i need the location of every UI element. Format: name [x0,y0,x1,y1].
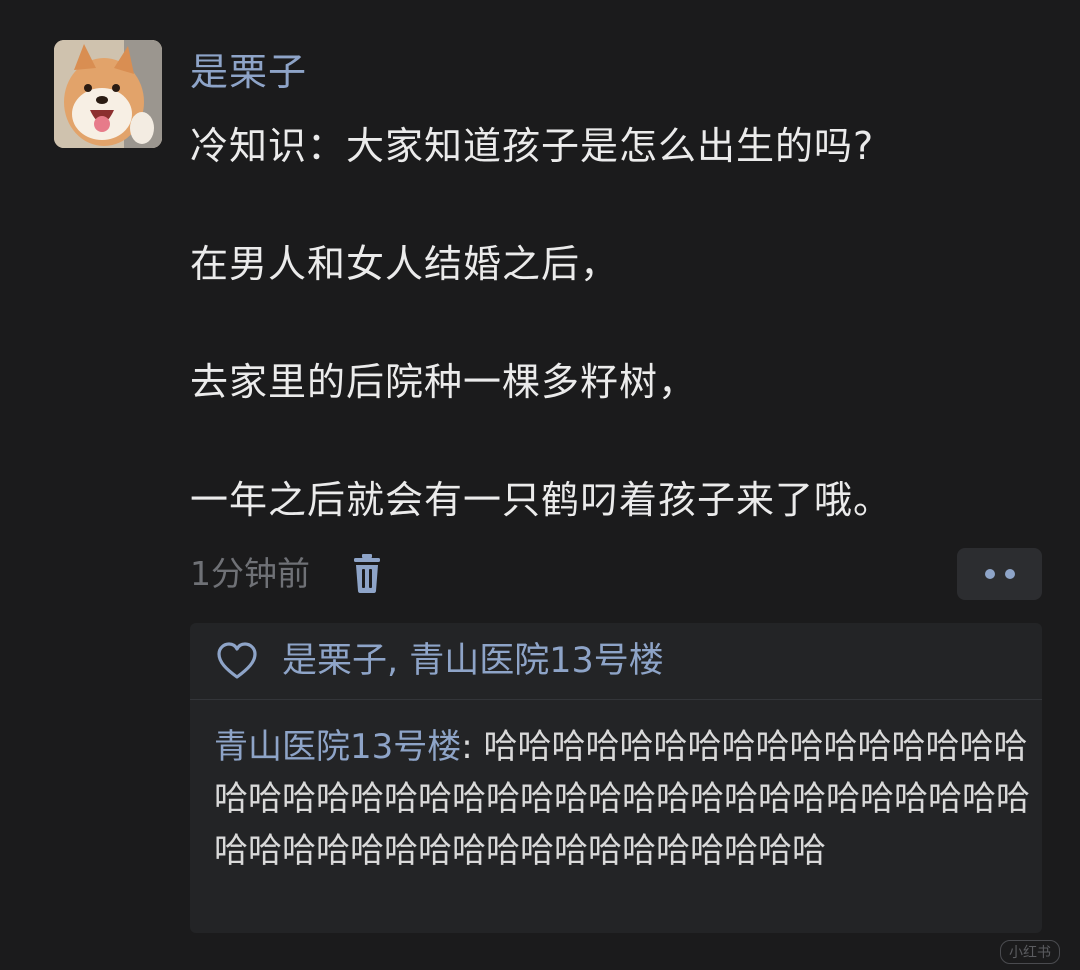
interaction-panel: 是栗子, 青山医院13号楼 青山医院13号楼: 哈哈哈哈哈哈哈哈哈哈哈哈哈哈哈哈… [190,623,1042,933]
post-line: 冷知识：大家知道孩子是怎么出生的吗? [190,124,875,168]
shiba-avatar-image [54,40,162,148]
comment-author[interactable]: 青山医院13号楼 [214,727,461,767]
post-line: 一年之后就会有一只鹤叼着孩子来了哦。 [190,478,893,522]
post-line: 去家里的后院种一棵多籽树， [190,360,698,404]
likes-row: 是栗子, 青山医院13号楼 [190,623,1042,700]
post-line: 在男人和女人结婚之后， [190,242,620,286]
more-options-button[interactable] [957,548,1042,600]
avatar[interactable] [54,40,162,148]
likes-names[interactable]: 是栗子, 青山医院13号楼 [282,635,664,687]
comment-item: 青山医院13号楼: 哈哈哈哈哈哈哈哈哈哈哈哈哈哈哈哈哈哈哈哈哈哈哈哈哈哈哈哈哈哈… [214,721,1034,877]
trash-icon[interactable] [350,554,384,594]
post-author[interactable]: 是栗子 [190,46,307,98]
more-dots-icon [985,569,995,579]
more-dots-icon [1005,569,1015,579]
comment-separator: : [461,727,484,767]
watermark-logo: 小红书 [1000,940,1060,964]
post-timestamp: 1分钟前 [190,554,310,593]
heart-icon[interactable] [216,641,258,681]
